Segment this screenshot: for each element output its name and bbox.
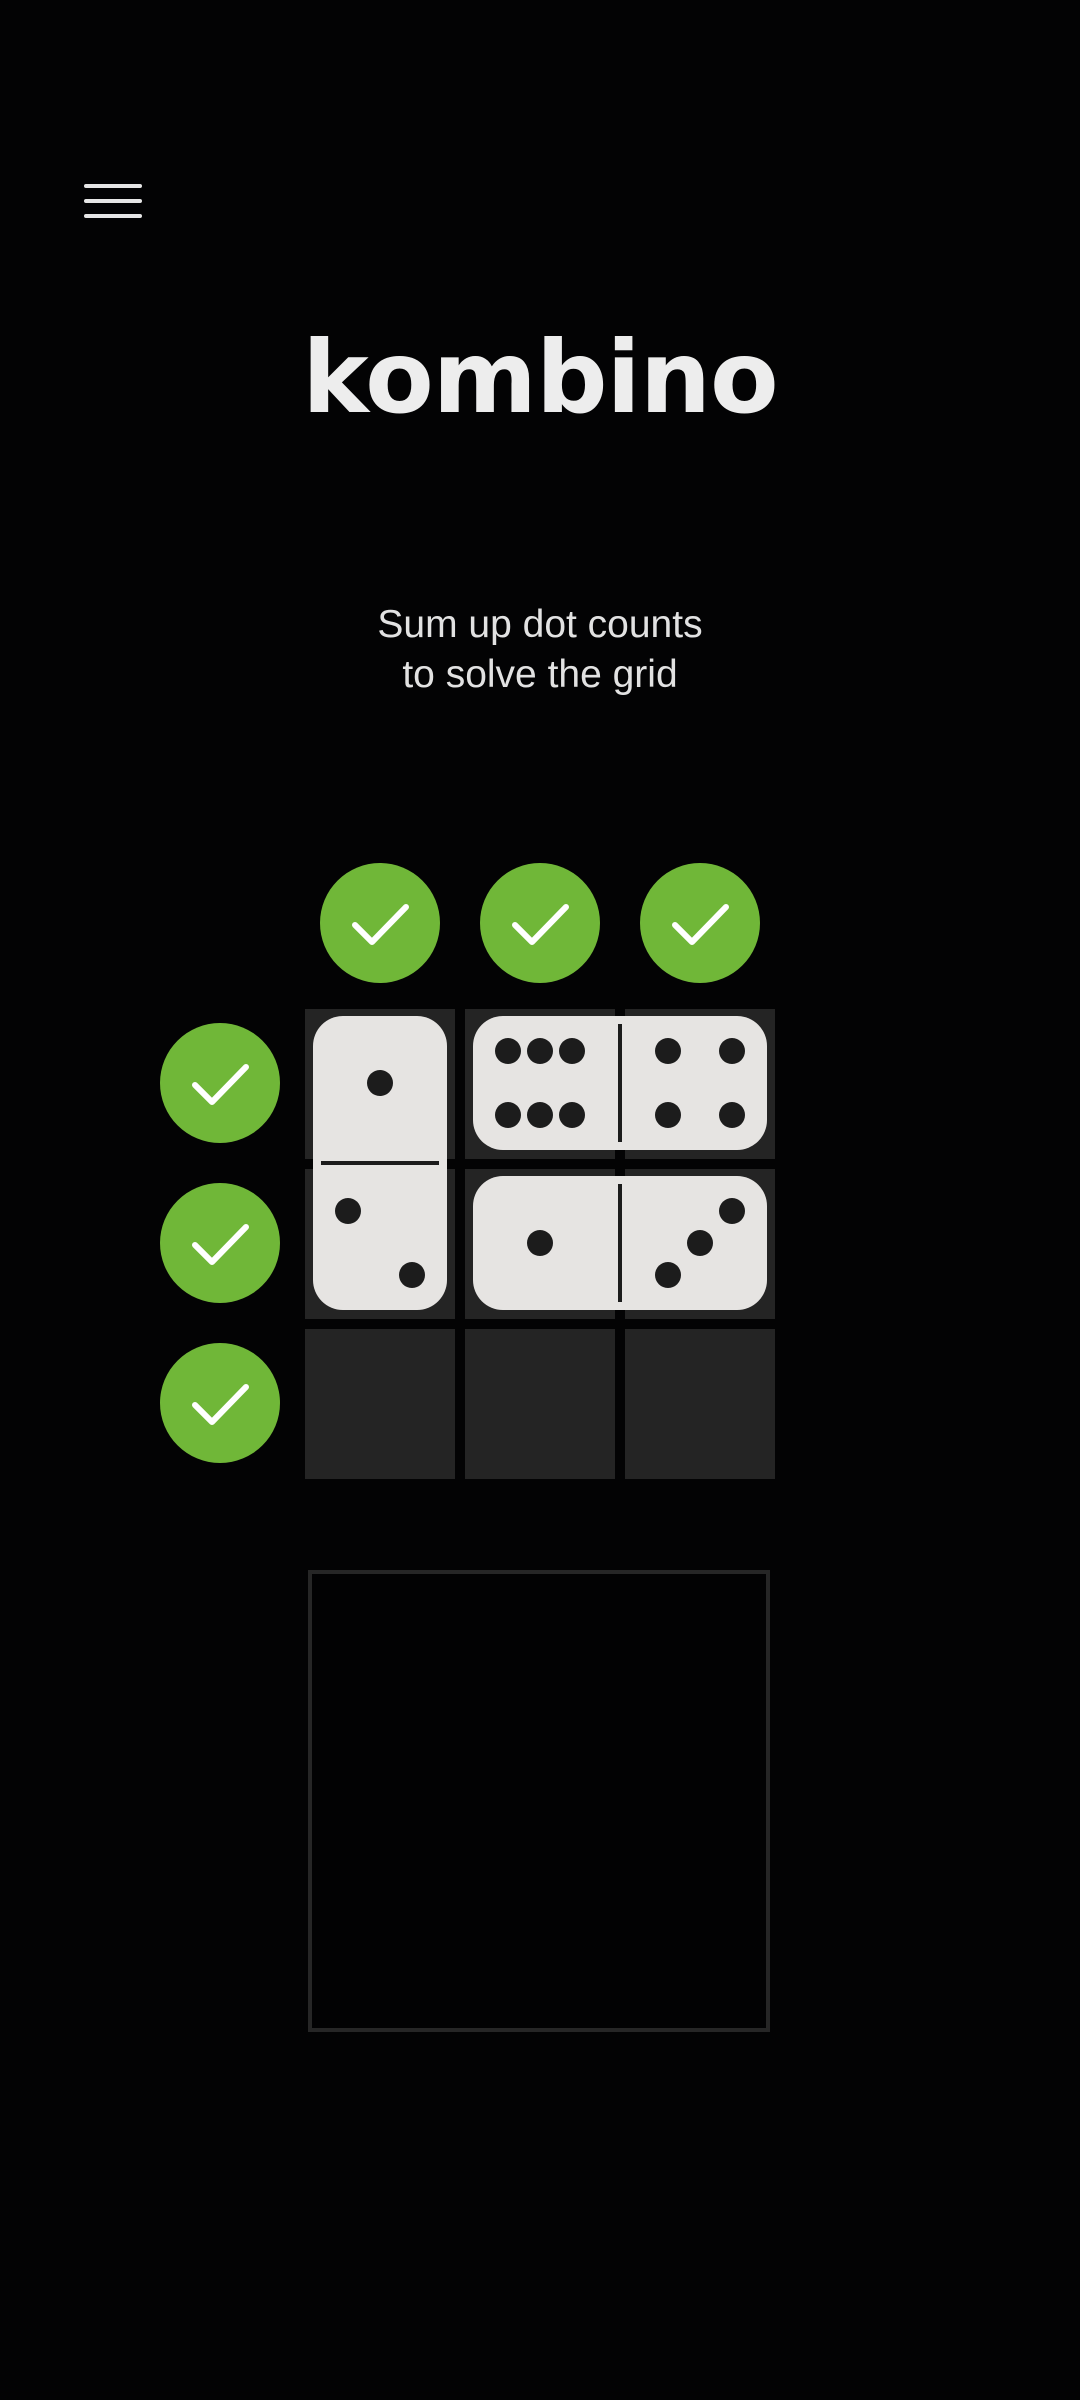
domino-tray[interactable] bbox=[308, 1570, 770, 2032]
instructions-line-2: to solve the grid bbox=[402, 653, 678, 696]
domino-vertical-1-2[interactable] bbox=[313, 1016, 447, 1310]
menu-line bbox=[84, 199, 142, 203]
app-title: kombino bbox=[302, 319, 778, 436]
column-2-check-icon bbox=[480, 863, 600, 983]
menu-line bbox=[84, 184, 142, 188]
pip bbox=[719, 1038, 745, 1064]
pip bbox=[527, 1230, 553, 1256]
pip bbox=[559, 1038, 585, 1064]
column-1-check-icon bbox=[320, 863, 440, 983]
grid-cell-r3c2[interactable] bbox=[465, 1329, 615, 1479]
hamburger-menu-icon[interactable] bbox=[84, 180, 142, 222]
column-3-check-icon bbox=[640, 863, 760, 983]
row-3-check-icon bbox=[160, 1343, 280, 1463]
pip bbox=[495, 1038, 521, 1064]
pip bbox=[559, 1102, 585, 1128]
domino-horizontal-1-3[interactable] bbox=[473, 1176, 767, 1310]
domino-horizontal-6-4[interactable] bbox=[473, 1016, 767, 1150]
pip bbox=[687, 1230, 713, 1256]
grid-cell-r3c1[interactable] bbox=[305, 1329, 455, 1479]
row-1-check-icon bbox=[160, 1023, 280, 1143]
pip bbox=[719, 1198, 745, 1224]
pip bbox=[719, 1102, 745, 1128]
pip bbox=[655, 1038, 681, 1064]
instructions: Sum up dot counts to solve the grid bbox=[0, 600, 1080, 700]
menu-line bbox=[84, 214, 142, 218]
grid-cell-r3c3[interactable] bbox=[625, 1329, 775, 1479]
pip bbox=[399, 1262, 425, 1288]
row-2-check-icon bbox=[160, 1183, 280, 1303]
pip bbox=[655, 1102, 681, 1128]
pip bbox=[367, 1070, 393, 1096]
pip bbox=[655, 1262, 681, 1288]
pip bbox=[527, 1102, 553, 1128]
pip bbox=[495, 1102, 521, 1128]
pip bbox=[335, 1198, 361, 1224]
pip bbox=[527, 1038, 553, 1064]
instructions-line-1: Sum up dot counts bbox=[377, 603, 703, 646]
